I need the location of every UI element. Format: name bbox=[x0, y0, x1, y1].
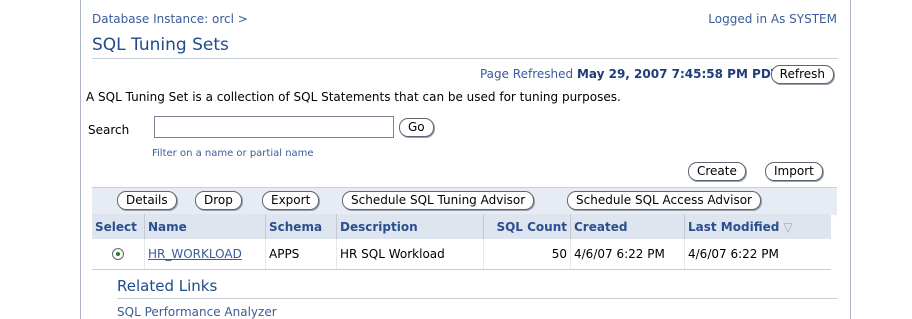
related-links-divider bbox=[117, 298, 837, 299]
table-header-row: Select Name Schema Description SQL Count… bbox=[92, 214, 831, 239]
row-name-link[interactable]: HR_WORKLOAD bbox=[148, 247, 242, 261]
row-select-cell bbox=[92, 239, 145, 270]
sql-performance-analyzer-link[interactable]: SQL Performance Analyzer bbox=[117, 305, 277, 319]
breadcrumb[interactable]: Database Instance: orcl > bbox=[92, 12, 248, 26]
row-name-cell: HR_WORKLOAD bbox=[144, 239, 266, 270]
search-input[interactable] bbox=[154, 116, 394, 138]
search-label: Search bbox=[88, 123, 130, 137]
header-created[interactable]: Created bbox=[570, 214, 685, 239]
logged-in-status: Logged in As SYSTEM bbox=[708, 12, 837, 26]
search-hint: Filter on a name or partial name bbox=[152, 148, 314, 159]
import-button[interactable]: Import bbox=[765, 162, 823, 181]
details-button[interactable]: Details bbox=[117, 191, 177, 210]
table-row: HR_WORKLOAD APPS HR SQL Workload 50 4/6/… bbox=[92, 239, 831, 270]
title-divider bbox=[92, 58, 838, 59]
schedule-sql-access-advisor-button[interactable]: Schedule SQL Access Advisor bbox=[567, 191, 761, 210]
header-schema[interactable]: Schema bbox=[265, 214, 337, 239]
header-last-modified[interactable]: Last Modified ▽ bbox=[684, 214, 831, 239]
row-last-modified: 4/6/07 6:22 PM bbox=[684, 239, 831, 270]
last-modified-label: Last Modified bbox=[688, 219, 780, 234]
row-sql-count: 50 bbox=[483, 239, 571, 270]
page-description: A SQL Tuning Set is a collection of SQL … bbox=[86, 90, 621, 104]
export-button[interactable]: Export bbox=[262, 191, 320, 210]
row-description: HR SQL Workload bbox=[336, 239, 484, 270]
schedule-sql-tuning-advisor-button[interactable]: Schedule SQL Tuning Advisor bbox=[342, 191, 535, 210]
refreshed-time: May 29, 2007 7:45:58 PM PDT bbox=[576, 67, 779, 81]
row-created: 4/6/07 6:22 PM bbox=[570, 239, 685, 270]
row-select-radio[interactable] bbox=[112, 247, 124, 260]
refreshed-label: Page Refreshed bbox=[479, 67, 577, 81]
row-schema: APPS bbox=[265, 239, 337, 270]
page-refreshed: Page Refreshed May 29, 2007 7:45:58 PM P… bbox=[480, 67, 779, 81]
sql-tuning-sets-table: Select Name Schema Description SQL Count… bbox=[92, 214, 831, 270]
related-links-heading: Related Links bbox=[117, 277, 218, 295]
drop-button[interactable]: Drop bbox=[195, 191, 242, 210]
header-sql-count[interactable]: SQL Count bbox=[483, 214, 571, 239]
header-select: Select bbox=[92, 214, 145, 239]
page-title: SQL Tuning Sets bbox=[92, 35, 229, 55]
header-description[interactable]: Description bbox=[336, 214, 484, 239]
sort-descending-icon: ▽ bbox=[783, 219, 793, 234]
refresh-button[interactable]: Refresh bbox=[770, 65, 834, 84]
create-button[interactable]: Create bbox=[688, 162, 746, 181]
go-button[interactable]: Go bbox=[399, 118, 434, 137]
header-name[interactable]: Name bbox=[144, 214, 266, 239]
